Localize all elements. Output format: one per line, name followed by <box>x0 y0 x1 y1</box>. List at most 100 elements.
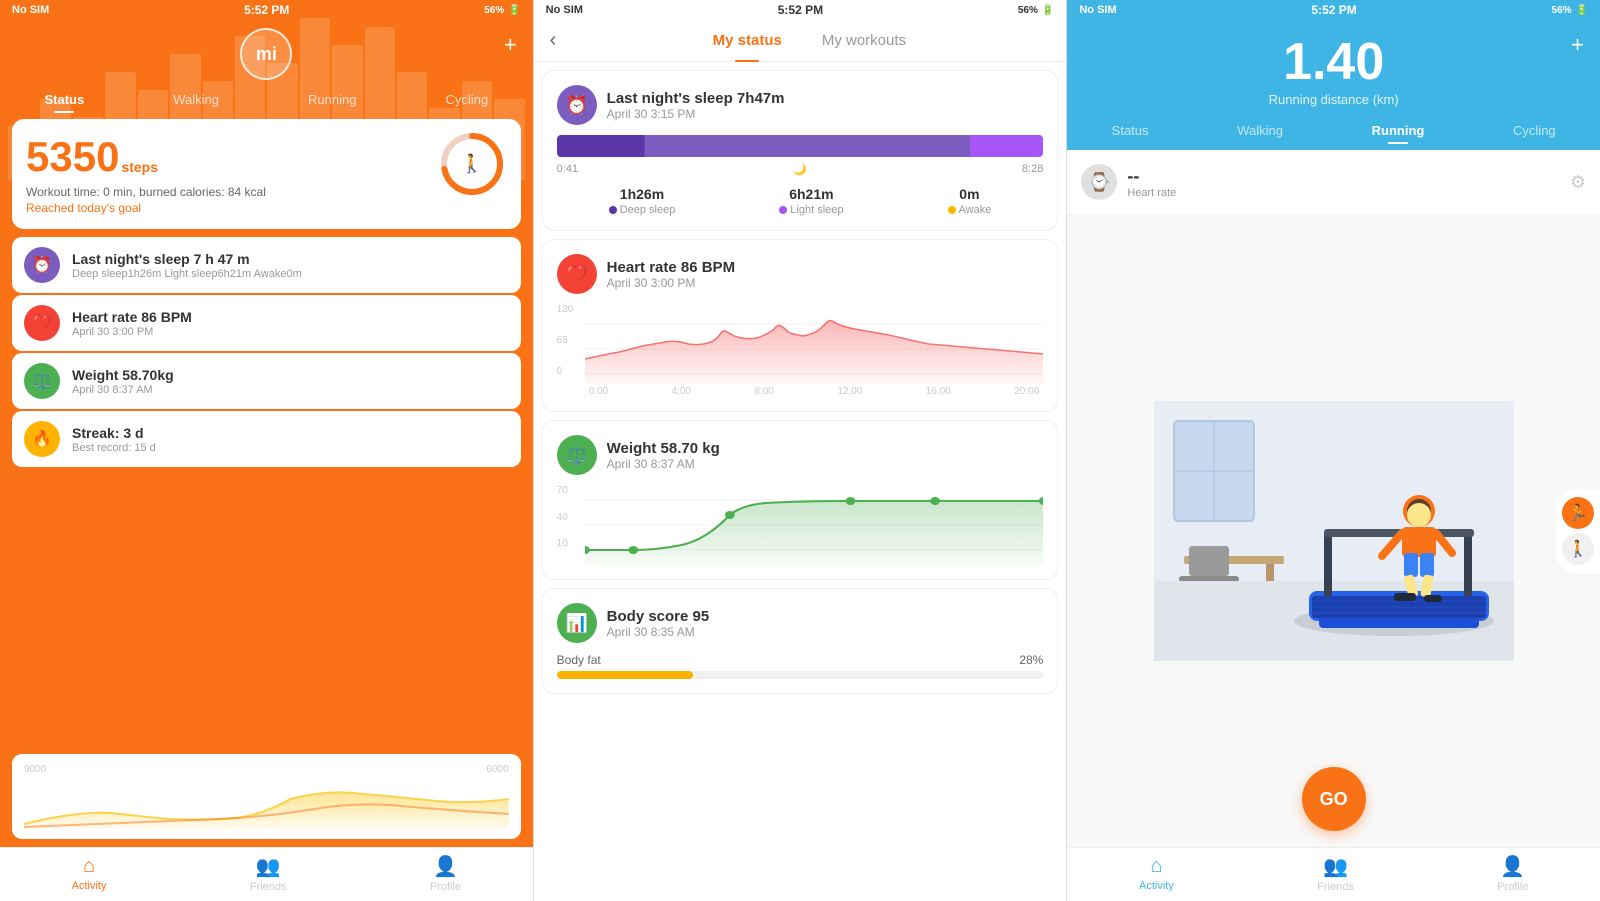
middle-tabs: My status My workouts <box>568 28 1050 53</box>
running-icon-button[interactable]: 🏃 <box>1562 497 1594 529</box>
sleep-stats: 1h26m Deep sleep 6h21m Light sleep 0m Aw… <box>557 186 1044 216</box>
settings-icon[interactable]: ⚙ <box>1570 172 1586 193</box>
left-bottom-nav: ⌂ Activity 👥 Friends 👤 Profile <box>0 847 533 901</box>
heartrate-info: Heart rate 86 BPM April 30 3:00 PM <box>72 309 509 338</box>
deep-sleep-stat: 1h26m Deep sleep <box>609 186 676 216</box>
side-icons: 🏃 🚶 <box>1556 489 1600 573</box>
friends-icon-left: 👥 <box>256 854 281 879</box>
heartrate-x-labels: 0:00 4:00 8:00 12:00 16:00 20:00 <box>585 386 1044 397</box>
awake-stat: 0m Awake <box>948 186 992 216</box>
weight-chart-container: 70 40 10 <box>557 485 1044 565</box>
treadmill-illustration <box>1154 401 1514 661</box>
sleep-card-header: ⏰ Last night's sleep 7h47m April 30 3:15… <box>557 85 1044 125</box>
goal-text: Reached today's goal <box>26 201 266 215</box>
heartrate-item[interactable]: ❤️ Heart rate 86 BPM April 30 3:00 PM <box>12 295 521 351</box>
right-main-content: ⌚ -- Heart rate ⚙ <box>1067 150 1600 901</box>
distance-label: Running distance (km) <box>1269 92 1399 107</box>
heartrate-avatar: ⌚ <box>1081 164 1117 200</box>
streak-info: Streak: 3 d Best record: 15 d <box>72 425 509 454</box>
nav-profile-right[interactable]: 👤 Profile <box>1497 854 1528 893</box>
heartrate-card-sub: April 30 3:00 PM <box>607 276 735 290</box>
workout-info: Workout time: 0 min, burned calories: 84… <box>26 185 266 199</box>
chart-y-labels: 9000 6000 <box>24 764 509 775</box>
add-button-right[interactable]: + <box>1571 32 1584 58</box>
nav-friends-right[interactable]: 👥 Friends <box>1317 854 1354 893</box>
mini-chart <box>24 779 509 829</box>
profile-icon-left: 👤 <box>433 854 458 879</box>
rtab-status[interactable]: Status <box>1104 119 1157 142</box>
weight-item[interactable]: ⚖️ Weight 58.70kg April 30 8:37 AM <box>12 353 521 409</box>
mini-chart-area: 9000 6000 <box>12 754 521 839</box>
sleep-icon: ⏰ <box>24 247 60 283</box>
weight-card-header: ⚖️ Weight 58.70 kg April 30 8:37 AM <box>557 435 1044 475</box>
tab-cycling-left[interactable]: Cycling <box>437 88 496 111</box>
streak-item[interactable]: 🔥 Streak: 3 d Best record: 15 d <box>12 411 521 467</box>
nav-activity-right[interactable]: ⌂ Activity <box>1139 855 1174 892</box>
right-bottom-nav: ⌂ Activity 👥 Friends 👤 Profile <box>1067 847 1600 901</box>
nav-friends-left[interactable]: 👥 Friends <box>250 854 287 893</box>
bodyfat-progress-fill <box>557 671 693 679</box>
light-sleep-stat: 6h21m Light sleep <box>779 186 843 216</box>
rtab-cycling[interactable]: Cycling <box>1505 119 1564 142</box>
right-status-bar: No SIM 5:52 PM 56% 🔋 <box>1067 0 1600 20</box>
weight-card-title: Weight 58.70 kg <box>607 440 720 457</box>
heartrate-card-title: Heart rate 86 BPM <box>607 259 735 276</box>
back-button[interactable]: ‹ <box>550 29 557 52</box>
sleep-item[interactable]: ⏰ Last night's sleep 7 h 47 m Deep sleep… <box>12 237 521 293</box>
sleep-card-icon: ⏰ <box>557 85 597 125</box>
go-button[interactable]: GO <box>1302 767 1366 831</box>
sleep-card: ⏰ Last night's sleep 7h47m April 30 3:15… <box>542 70 1059 231</box>
friends-icon-right: 👥 <box>1323 854 1348 879</box>
progress-ring: 🚶 <box>437 129 507 199</box>
weight-y-labels: 70 40 10 <box>557 485 568 549</box>
tab-running-left[interactable]: Running <box>300 88 364 111</box>
left-header: mi + <box>0 20 533 84</box>
walking-icon-button[interactable]: 🚶 <box>1562 533 1594 565</box>
heartrate-widget: ⌚ -- Heart rate ⚙ <box>1067 150 1600 215</box>
home-icon-left: ⌂ <box>83 855 95 878</box>
middle-content: ⏰ Last night's sleep 7h47m April 30 3:15… <box>534 62 1067 901</box>
weight-icon: ⚖️ <box>24 363 60 399</box>
right-time: 5:52 PM <box>1311 3 1356 17</box>
sleep-card-title: Last night's sleep 7h47m <box>607 90 785 107</box>
middle-carrier: No SIM <box>546 4 583 16</box>
nav-profile-left[interactable]: 👤 Profile <box>430 854 461 893</box>
tab-walking-left[interactable]: Walking <box>165 88 227 111</box>
right-panel: No SIM 5:52 PM 56% 🔋 1.40 Running distan… <box>1067 0 1600 901</box>
add-button-left[interactable]: + <box>504 32 517 58</box>
weight-chart <box>585 485 1044 565</box>
home-icon-right: ⌂ <box>1150 855 1162 878</box>
bodyscore-card-sub: April 30 8:35 AM <box>607 625 710 639</box>
activity-list: ⏰ Last night's sleep 7 h 47 m Deep sleep… <box>0 229 533 746</box>
middle-panel: No SIM 5:52 PM 56% 🔋 ‹ My status My work… <box>534 0 1067 901</box>
distance-display: 1.40 Running distance (km) <box>1269 36 1399 107</box>
left-tabs: Status Walking Running Cycling <box>0 84 533 119</box>
right-carrier: No SIM <box>1079 4 1116 16</box>
left-panel: No SIM 5:52 PM 56% 🔋 mi + Status Walking… <box>0 0 533 901</box>
middle-header: ‹ My status My workouts <box>534 20 1067 62</box>
heartrate-label: Heart rate <box>1127 187 1176 199</box>
distance-value: 1.40 <box>1269 36 1399 88</box>
heart-card-icon: ❤️ <box>557 254 597 294</box>
nav-activity-left[interactable]: ⌂ Activity <box>72 855 107 892</box>
heartrate-chart <box>585 304 1044 384</box>
mi-logo[interactable]: mi <box>240 28 292 80</box>
rtab-running[interactable]: Running <box>1364 119 1433 142</box>
rtab-walking[interactable]: Walking <box>1229 119 1291 142</box>
heartrate-card-header: ❤️ Heart rate 86 BPM April 30 3:00 PM <box>557 254 1044 294</box>
sleep-times: 0:41 🌙 8:28 <box>557 163 1044 176</box>
weight-card-sub: April 30 8:37 AM <box>607 457 720 471</box>
heartrate-y-labels: 130 65 0 <box>557 304 574 377</box>
ring-container: 🚶 <box>437 129 507 199</box>
steps-card: 5350 steps Workout time: 0 min, burned c… <box>12 119 521 229</box>
sleep-info: Last night's sleep 7 h 47 m Deep sleep1h… <box>72 251 509 280</box>
heart-icon: ❤️ <box>24 305 60 341</box>
bodyfat-bar-container: Body fat 28% <box>557 653 1044 679</box>
tab-status-left[interactable]: Status <box>37 88 93 111</box>
bodyfat-progress-bar <box>557 671 1044 679</box>
bodyscore-card-title: Body score 95 <box>607 608 710 625</box>
steps-count: 5350 steps <box>26 133 266 181</box>
tab-my-workouts[interactable]: My workouts <box>802 28 926 53</box>
tab-my-status[interactable]: My status <box>693 28 802 53</box>
weight-card: ⚖️ Weight 58.70 kg April 30 8:37 AM 70 4… <box>542 420 1059 580</box>
